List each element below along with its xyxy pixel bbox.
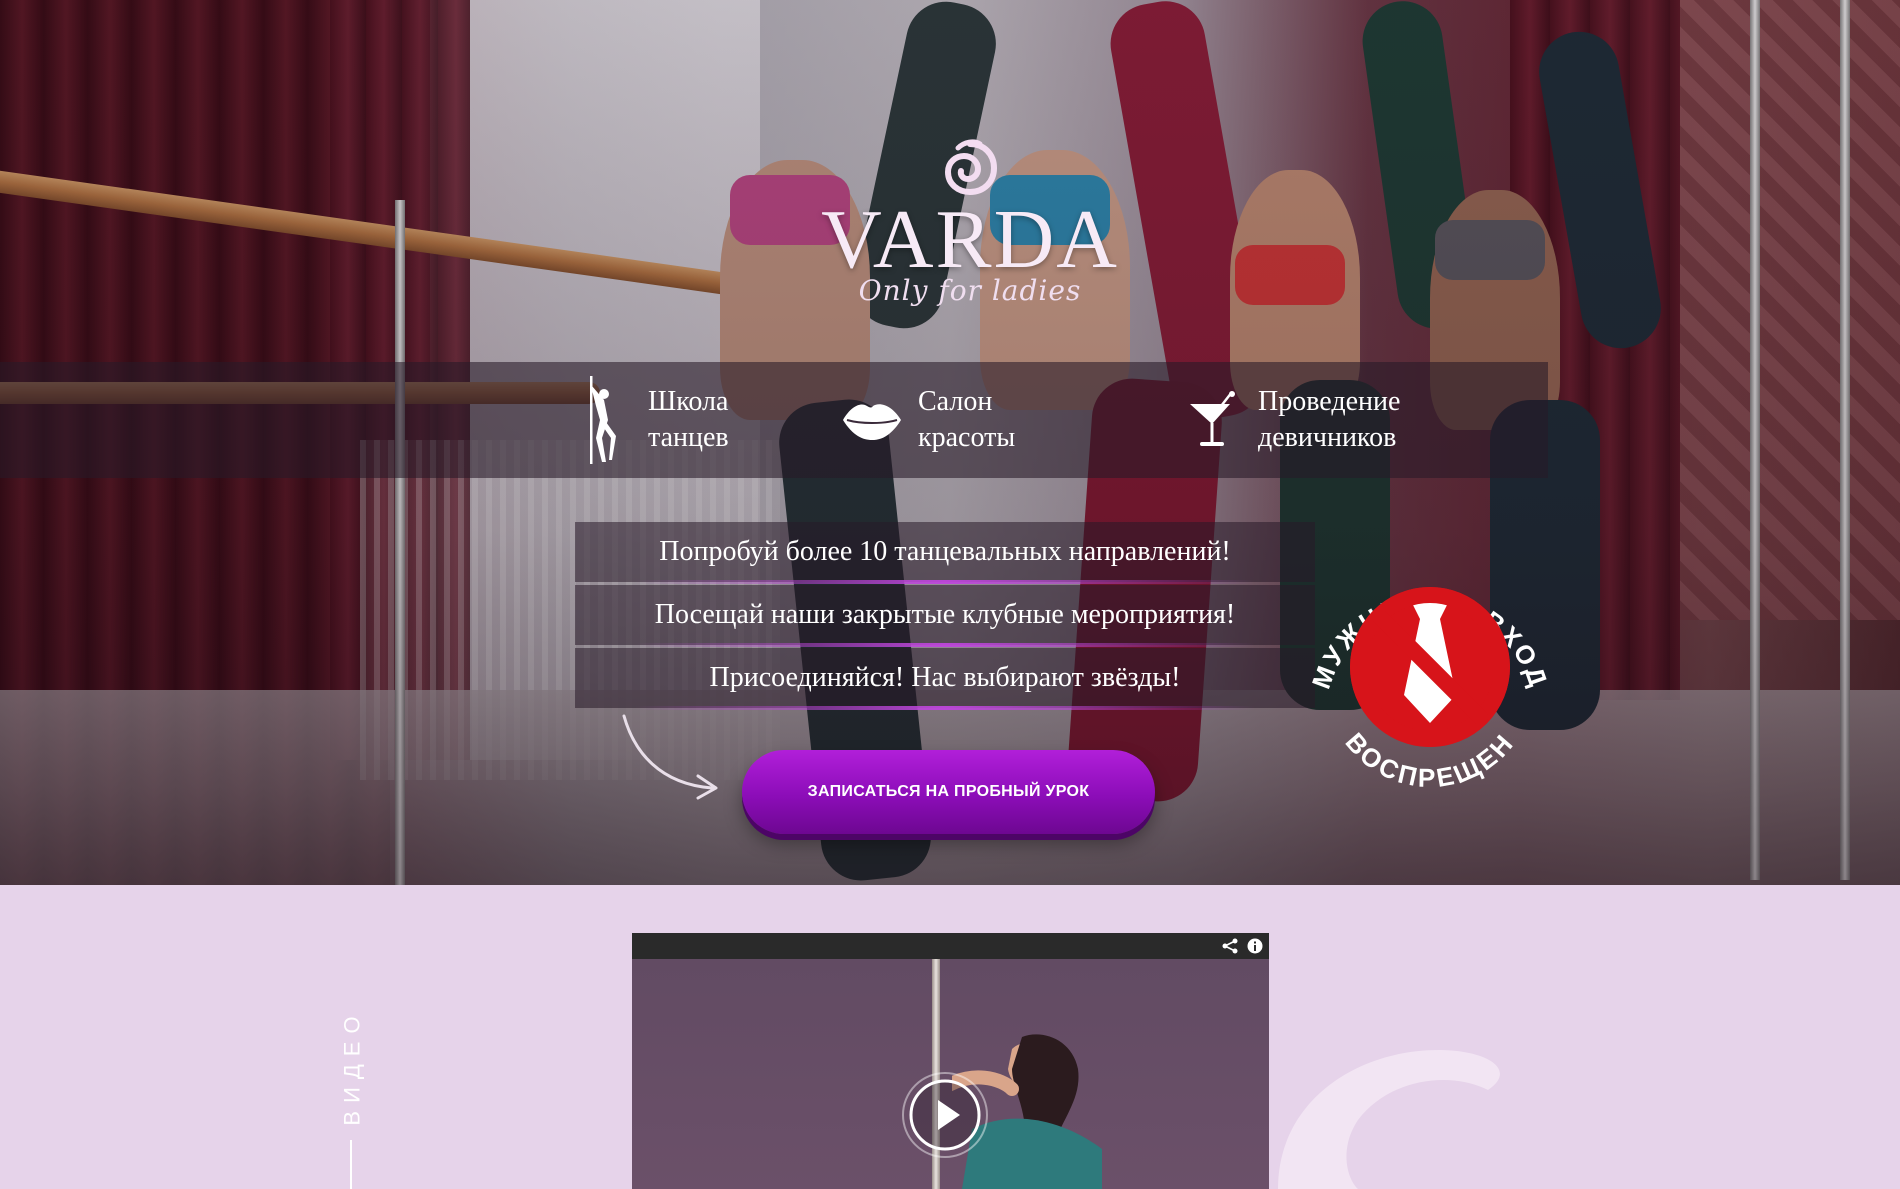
- video-label-line: [350, 1140, 352, 1189]
- no-tie-icon: [1350, 587, 1510, 747]
- info-icon[interactable]: [1247, 938, 1263, 954]
- rose-logo-icon: [944, 139, 998, 196]
- curved-arrow-icon: [622, 714, 718, 800]
- trial-lesson-button[interactable]: ЗАПИСАТЬСЯ НА ПРОБНЫЙ УРОК: [742, 750, 1155, 834]
- service-label: Салон красоты: [918, 386, 1016, 453]
- share-icon[interactable]: [1221, 938, 1239, 954]
- no-men-badge: МУЖЧИНАМ ВХОД ВОСПРЕЩЕН: [1306, 587, 1552, 793]
- service-label: Школа танцев: [648, 386, 729, 453]
- service-dance-school[interactable]: Школа танцев: [570, 374, 838, 466]
- brand-logo[interactable]: VARDA Only for ladies: [790, 138, 1150, 307]
- cocktail-icon: [1180, 375, 1244, 465]
- pole-dancer-icon: [570, 375, 634, 465]
- service-label: Проведение девичников: [1258, 386, 1401, 453]
- video-section-label: ВИДЕО: [340, 1008, 366, 1126]
- promo-line: Попробуй более 10 танцевальных направлен…: [575, 522, 1315, 584]
- lips-icon: [840, 375, 904, 465]
- promo-line: Присоединяйся! Нас выбирают звёзды!: [575, 648, 1315, 710]
- service-beauty-salon[interactable]: Салон красоты: [840, 374, 1108, 466]
- play-icon[interactable]: [900, 1070, 990, 1160]
- decorative-swirl-icon: [1278, 1050, 1500, 1189]
- video-top-bar: [632, 933, 1269, 959]
- services-bar: Школа танцев Салон красоты Проведение де…: [0, 362, 1548, 478]
- service-bachelorette[interactable]: Проведение девичников: [1180, 374, 1448, 466]
- brand-name: VARDA: [821, 193, 1119, 286]
- promo-line: Посещай наши закрытые клубные мероприяти…: [575, 585, 1315, 647]
